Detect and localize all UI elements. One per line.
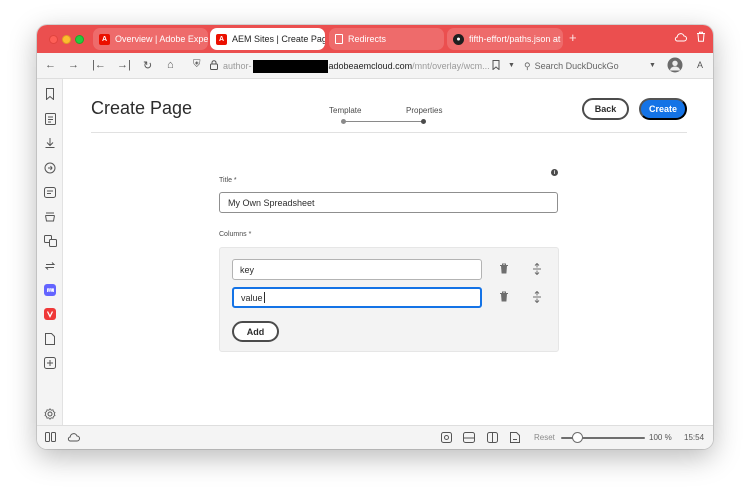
go-to-start-icon[interactable]: |← [92, 59, 106, 71]
reorder-handle-icon[interactable] [531, 262, 543, 276]
column-input-key[interactable]: key [232, 259, 482, 280]
search-engine-chevron-icon[interactable]: ▼ [649, 62, 656, 69]
sidebar [37, 79, 63, 425]
header-divider [91, 132, 687, 133]
clock: 15:54 [684, 433, 705, 442]
title-field-label: Title * [219, 177, 237, 184]
reorder-handle-icon[interactable] [531, 290, 543, 304]
bookmark-icon[interactable] [44, 88, 56, 101]
search-placeholder: Search DuckDuckGo [534, 61, 619, 71]
url-host: adobeaemcloud.com [328, 61, 413, 71]
avatar[interactable] [667, 57, 683, 76]
page-title: Create Page [91, 98, 193, 118]
mastodon-icon[interactable] [44, 284, 56, 296]
page-content: Create Page Template Properties Back Cre… [64, 79, 713, 425]
forward-arrow-icon[interactable]: → [68, 59, 79, 71]
page-icon[interactable] [44, 333, 56, 345]
text-cursor [263, 292, 265, 303]
create-button[interactable]: Create [639, 98, 687, 120]
history-icon[interactable] [44, 162, 56, 174]
address-field[interactable]: author- adobeaemcloud.com /mnt/overlay/w… [223, 57, 553, 75]
home-icon[interactable]: ⌂ [167, 59, 174, 71]
browser-window: A Overview | Adobe Experie A AEM Sites |… [37, 25, 713, 449]
column-input-value[interactable]: value [232, 287, 482, 308]
zoom-window-button[interactable] [75, 35, 84, 44]
add-panel-icon[interactable] [44, 357, 56, 369]
trash-icon[interactable] [696, 31, 706, 45]
back-arrow-icon[interactable]: ← [45, 59, 56, 71]
close-window-button[interactable] [49, 35, 58, 44]
bookmark-icon[interactable] [492, 60, 500, 73]
step-properties-label: Properties [406, 106, 443, 115]
search-field[interactable]: ⚲ Search DuckDuckGo [524, 57, 656, 75]
lock-icon [210, 60, 218, 73]
delete-icon[interactable] [498, 291, 510, 303]
tab-overview[interactable]: A Overview | Adobe Experie [93, 28, 208, 50]
tab-label: Overview | Adobe Experie [115, 34, 208, 44]
capture-icon[interactable] [441, 432, 452, 446]
adobe-icon: A [216, 33, 227, 45]
delete-icon[interactable] [498, 263, 510, 275]
tab-bar: A Overview | Adobe Experie A AEM Sites |… [37, 25, 713, 53]
sync-icon[interactable] [44, 260, 56, 272]
translate-icon[interactable] [44, 235, 57, 247]
adobe-icon: A [99, 33, 110, 45]
back-button[interactable]: Back [582, 98, 629, 120]
add-column-button[interactable]: Add [232, 321, 279, 342]
zoom-reset-button[interactable]: Reset [534, 433, 555, 442]
tab-aem-sites-create-page[interactable]: A AEM Sites | Create Page [210, 28, 325, 50]
page-actions-icon[interactable] [510, 432, 521, 446]
cloud-icon[interactable] [674, 31, 687, 45]
chevron-down-icon[interactable]: ▼ [508, 62, 515, 69]
tab-redirects[interactable]: Redirects [329, 28, 444, 50]
columns-multifield: key value Add [219, 247, 559, 352]
tab-label: Redirects [348, 34, 387, 44]
github-icon: ● [453, 33, 464, 45]
url-prefix: author- [223, 61, 252, 71]
minimize-window-button[interactable] [62, 35, 71, 44]
search-icon: ⚲ [524, 60, 531, 71]
reader-mode-button[interactable]: A [697, 60, 703, 70]
step-template-dot [341, 119, 346, 124]
info-icon[interactable]: i [551, 169, 558, 176]
step-connector [343, 121, 423, 122]
cloud-sync-icon[interactable] [67, 432, 80, 445]
reload-icon[interactable]: ↻ [143, 59, 152, 72]
url-path: /mnt/overlay/wcm... [412, 61, 490, 71]
document-icon [335, 34, 343, 44]
step-template-label: Template [329, 106, 362, 115]
settings-icon[interactable] [44, 408, 56, 420]
title-input[interactable]: My Own Spreadsheet [219, 192, 558, 213]
status-bar: Reset 100 % 15:54 [37, 425, 713, 449]
panel-toggle-icon[interactable] [45, 432, 56, 445]
tiling-icon[interactable] [463, 432, 475, 446]
reading-list-icon[interactable] [44, 113, 56, 125]
go-to-end-icon[interactable]: →| [117, 59, 131, 71]
vivaldi-icon[interactable] [44, 308, 56, 320]
redacted-text [252, 59, 328, 73]
shield-icon[interactable]: ⛨ [193, 59, 201, 70]
stack-icon[interactable] [44, 210, 56, 222]
step-properties-dot [421, 119, 426, 124]
zoom-level: 100 % [649, 433, 672, 442]
column-value: key [240, 264, 255, 275]
tab-label: AEM Sites | Create Page [232, 34, 325, 44]
download-icon[interactable] [44, 137, 56, 149]
new-tab-button[interactable]: + [569, 30, 577, 45]
zoom-slider-thumb[interactable] [572, 432, 583, 443]
calendar-icon[interactable] [44, 186, 56, 198]
tab-fifth-effort-paths[interactable]: ● fifth-effort/paths.json at m [447, 28, 563, 50]
tab-label: fifth-effort/paths.json at m [469, 34, 563, 44]
toolbar: ← → |← →| ↻ ⌂ ⛨ author- adobeaemcloud.co… [37, 53, 713, 79]
split-view-icon[interactable] [487, 432, 498, 446]
columns-field-label: Columns * [219, 231, 252, 238]
column-value: value [241, 292, 263, 303]
